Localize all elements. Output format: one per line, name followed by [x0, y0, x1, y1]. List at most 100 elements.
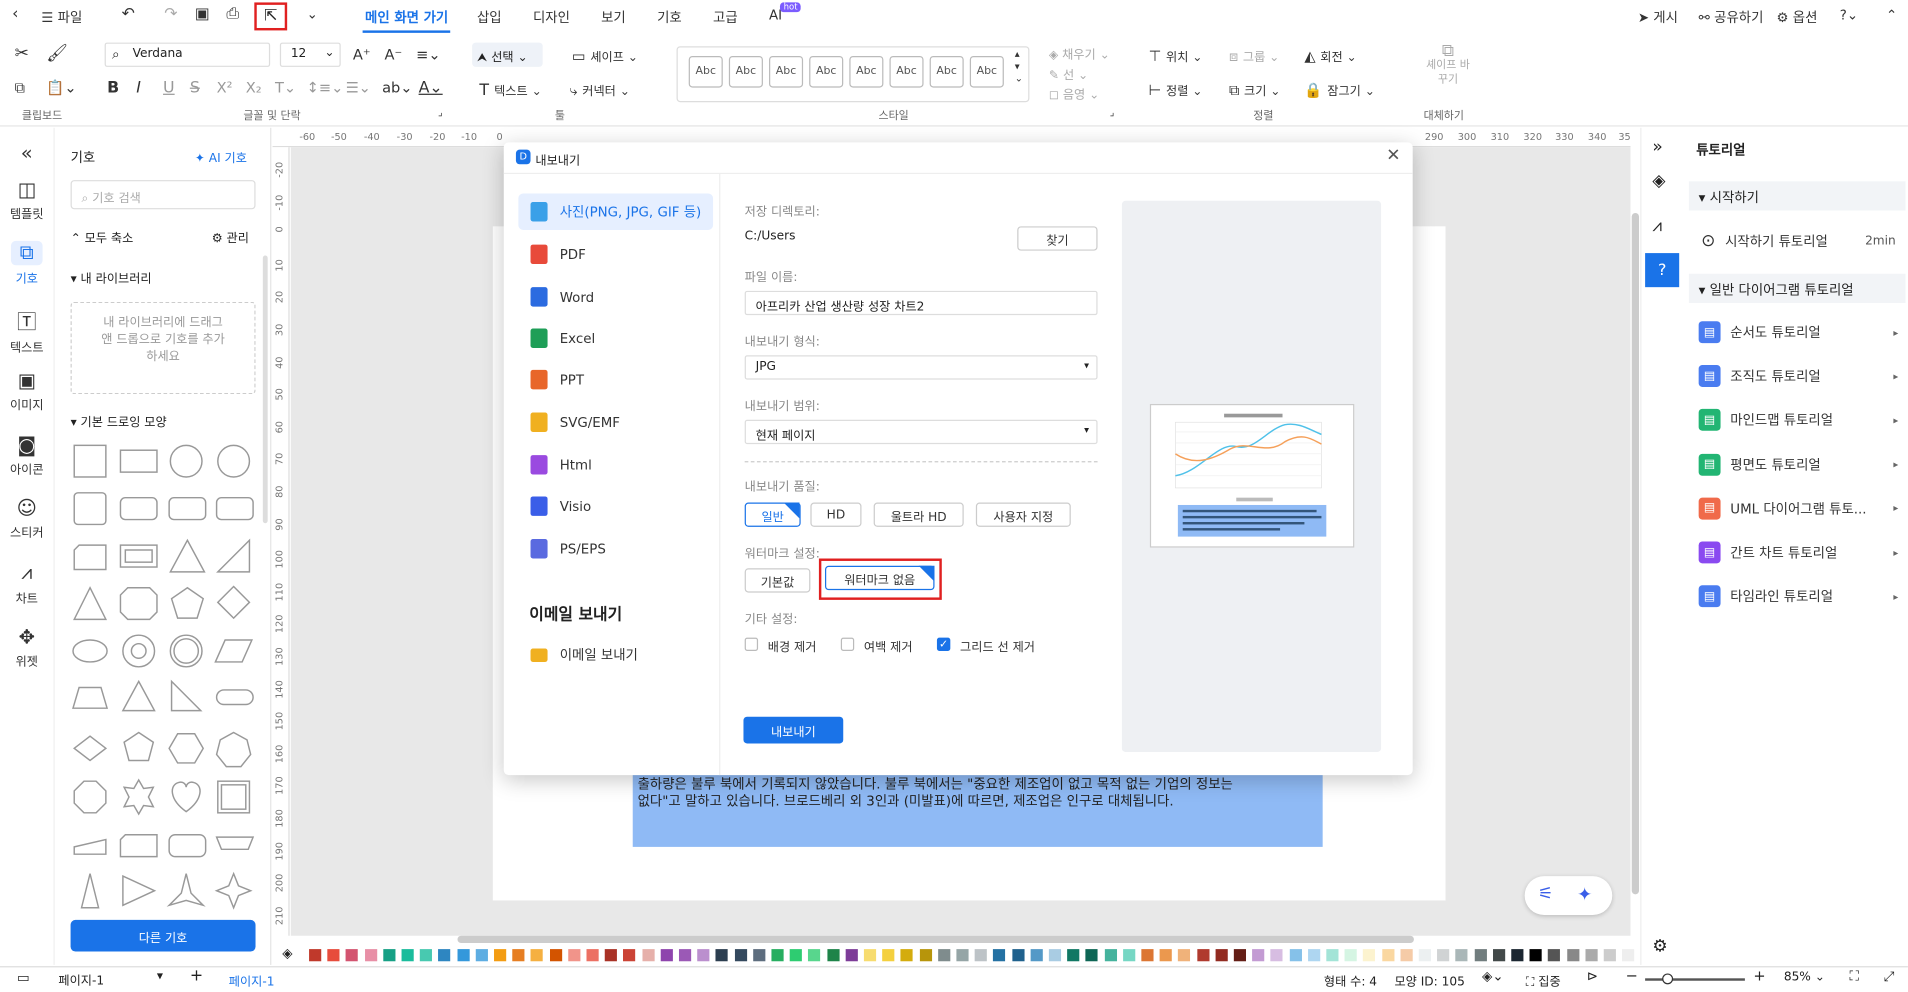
tab-symbol[interactable]: 기호 [657, 7, 682, 26]
manage-button[interactable]: ⚙ 관리 [212, 228, 249, 245]
fit-page-icon[interactable]: ⛶ [1850, 969, 1859, 986]
remove-margin-checkbox[interactable] [840, 637, 855, 651]
ai-symbols-button[interactable]: ✦ AI 기호 [195, 147, 247, 165]
style-sample-3[interactable]: Abc [769, 55, 804, 88]
font-size-select[interactable]: 12 ⌄ [279, 42, 341, 67]
color-swatch[interactable] [1418, 949, 1431, 962]
help-panel-icon[interactable]: ? [1645, 253, 1680, 288]
superscript-icon[interactable]: X² [217, 79, 233, 96]
color-swatch[interactable] [937, 949, 951, 962]
color-swatch[interactable] [604, 949, 618, 962]
zoom-slider-thumb[interactable] [1662, 973, 1674, 985]
cut-icon[interactable]: ✂ [15, 44, 29, 63]
line-spacing-icon[interactable]: ↕≡⌄ [307, 79, 344, 96]
color-swatch[interactable] [1289, 949, 1302, 962]
fill-panel-icon[interactable]: ◈ [1652, 172, 1665, 191]
nav-text[interactable]: 🅃 텍스트 [0, 305, 54, 355]
star-shape[interactable] [122, 778, 155, 816]
font-name-select[interactable]: ⌕ Verdana [104, 42, 271, 67]
diamond-shape[interactable] [216, 585, 251, 620]
color-swatch[interactable] [309, 949, 322, 962]
format-ps[interactable]: PS/EPS [518, 531, 713, 568]
color-swatch[interactable] [401, 949, 414, 962]
rounded-rect-3-shape[interactable] [215, 496, 254, 521]
triangle-2-shape[interactable] [73, 586, 108, 621]
text-style-icon[interactable]: ab⌄ [382, 79, 412, 96]
style-sample-2[interactable]: Abc [728, 55, 763, 88]
my-library-dropzone[interactable]: 내 라이브러리에 드래그 앤 드롭으로 기호를 추가하세요 [70, 301, 256, 395]
color-swatch[interactable] [1196, 949, 1210, 962]
color-swatch[interactable] [1437, 949, 1450, 962]
color-swatch[interactable] [1307, 949, 1320, 962]
format-word[interactable]: Word [518, 279, 713, 316]
remove-grid-checkbox[interactable]: ✓ [936, 637, 951, 651]
style-sample-7[interactable]: Abc [929, 55, 964, 88]
my-library-header[interactable]: ▾ 내 라이브러리 [71, 268, 152, 286]
color-swatch[interactable] [1067, 949, 1080, 962]
magic-wand-icon[interactable]: ⚟ [1538, 885, 1553, 904]
star-3-shape[interactable] [166, 873, 206, 907]
color-swatch[interactable] [1011, 949, 1025, 962]
general-tutorial-header[interactable]: ▾ 일반 다이어그램 튜토리얼 [1688, 273, 1906, 303]
pentagon-2-shape[interactable] [123, 731, 155, 762]
color-swatch[interactable] [438, 949, 451, 962]
color-swatch[interactable] [1085, 949, 1099, 962]
color-swatch[interactable] [531, 949, 544, 962]
format-image[interactable]: 사진(PNG, JPG, GIF 등) [518, 193, 714, 230]
snip-rect-shape[interactable] [73, 544, 107, 571]
tab-advanced[interactable]: 고급 [713, 7, 738, 26]
style-sample-5[interactable]: Abc [849, 55, 884, 88]
collapse-ribbon-icon[interactable]: ⌃ [1886, 7, 1897, 23]
file-menu[interactable]: ☰ 파일 [41, 7, 82, 26]
align-button[interactable]: ⊢ 정렬 ⌄ [1149, 80, 1203, 99]
tab-shape[interactable] [215, 836, 255, 851]
tutorial-item[interactable]: ▤ 평면도 튜토리얼 ▸ [1691, 447, 1900, 481]
color-swatch[interactable] [1344, 949, 1357, 962]
publish-button[interactable]: ➤ 게시 [1638, 7, 1678, 26]
select-tool[interactable]: ⮝ 선택 ⌄ [472, 42, 543, 67]
page-tab[interactable]: 페이지-1 [229, 971, 275, 989]
color-swatch[interactable] [752, 949, 766, 962]
tutorial-item[interactable]: ▤ 간트 차트 튜토리얼 ▸ [1691, 535, 1900, 569]
color-swatch[interactable] [475, 949, 488, 962]
shape-tool[interactable]: ▭ 셰이프 ⌄ [572, 46, 638, 64]
triangle-shape[interactable] [169, 538, 206, 573]
arrow-triangle-shape[interactable] [122, 874, 157, 907]
shadow-button[interactable]: ◻ 음영 ⌄ [1049, 84, 1099, 102]
lock-button[interactable]: 🔒 잠그기 ⌄ [1304, 80, 1374, 99]
triangle-3-shape[interactable] [121, 679, 156, 712]
zoom-in-icon[interactable]: + [1753, 967, 1765, 984]
copy-icon[interactable]: ⧉ [15, 79, 25, 97]
page-layout-icon[interactable]: ▭ [17, 970, 30, 986]
format-visio[interactable]: Visio [518, 488, 713, 525]
save-icon[interactable]: ▣ [195, 5, 210, 23]
color-swatch[interactable] [1252, 949, 1265, 962]
nav-image[interactable]: ▣ 이미지 [0, 369, 54, 413]
font-shrink-icon[interactable]: A⁻ [385, 46, 403, 63]
italic-icon[interactable]: I [136, 79, 141, 97]
tutorial-item[interactable]: ▤ 타임라인 튜토리얼 ▸ [1691, 579, 1900, 613]
color-swatch[interactable] [549, 949, 562, 962]
octagon-2-shape[interactable] [73, 780, 107, 814]
color-swatch[interactable] [900, 949, 914, 962]
filename-input[interactable]: 아프리카 산업 생산량 성장 차트2 [744, 290, 1098, 316]
color-swatch[interactable] [1566, 949, 1579, 962]
color-swatch[interactable] [1455, 949, 1468, 962]
canvas-vscrollbar[interactable] [1631, 212, 1640, 895]
browse-button[interactable]: 찾기 [1017, 226, 1098, 251]
ellipse-shape[interactable] [72, 639, 108, 663]
style-sample-4[interactable]: Abc [809, 55, 844, 88]
format-painter-icon[interactable]: 🖌 [46, 44, 68, 63]
color-swatch[interactable] [1215, 949, 1228, 962]
text-case-icon[interactable]: T⌄ [275, 79, 296, 96]
help-icon[interactable]: ?⌄ [1840, 7, 1858, 23]
pill-shape[interactable] [215, 689, 254, 706]
connector-tool[interactable]: ⤷ 커넥터 ⌄ [569, 80, 629, 99]
tab-view[interactable]: 보기 [601, 7, 626, 26]
quality-custom[interactable]: 사용자 지정 [975, 502, 1071, 527]
undo-icon[interactable]: ↶ [122, 5, 135, 23]
color-swatch[interactable] [734, 949, 747, 962]
tab-home[interactable]: 메인 화면 가기 [365, 7, 448, 26]
hexagon-flat-shape[interactable] [73, 735, 108, 762]
color-swatch[interactable] [771, 949, 784, 962]
